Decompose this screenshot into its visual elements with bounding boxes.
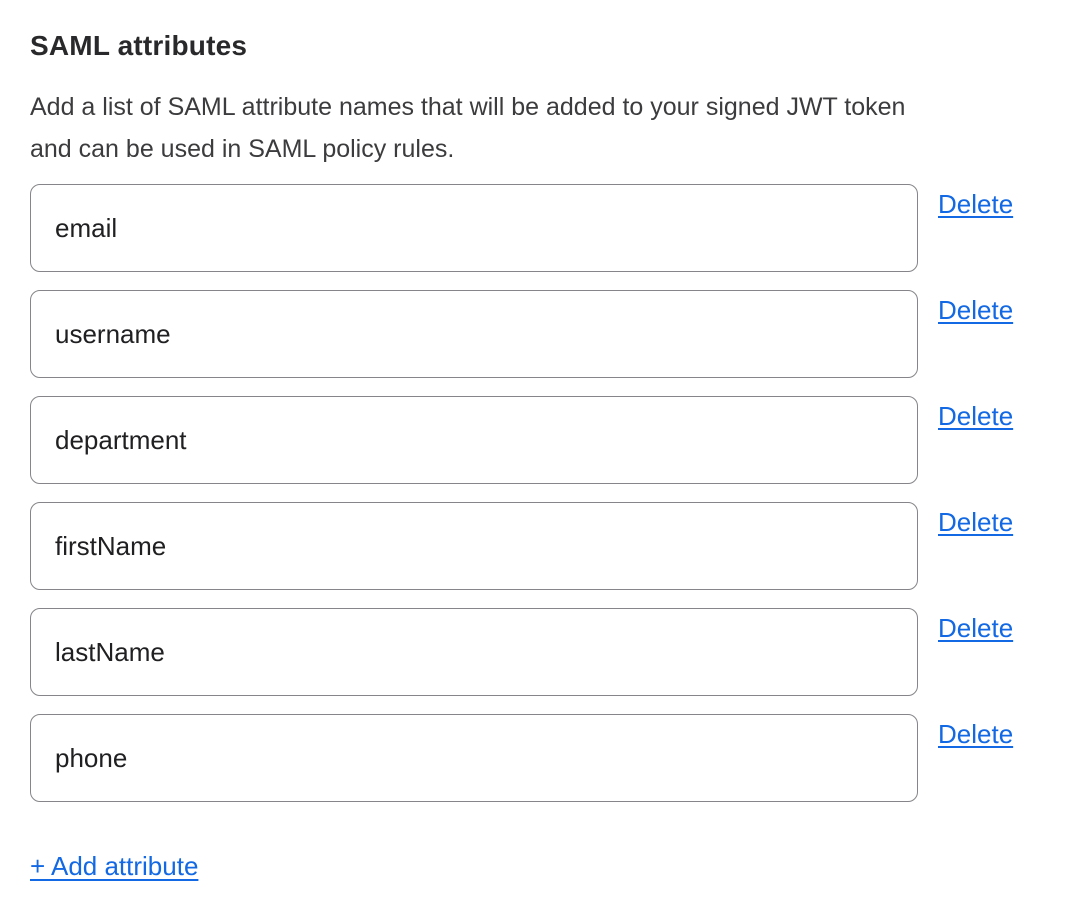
page-title: SAML attributes [30, 28, 1026, 64]
delete-attribute-link[interactable]: Delete [938, 507, 1013, 538]
saml-attribute-input-email[interactable] [30, 184, 918, 272]
delete-attribute-link[interactable]: Delete [938, 401, 1013, 432]
description-line: Add a list of SAML attribute names that … [30, 86, 1026, 128]
attribute-list: Delete Delete Delete Delete Delete Delet… [30, 184, 1026, 802]
delete-attribute-link[interactable]: Delete [938, 295, 1013, 326]
saml-attribute-row: Delete [30, 290, 1026, 378]
saml-attribute-input-firstname[interactable] [30, 502, 918, 590]
saml-attribute-row: Delete [30, 714, 1026, 802]
saml-attribute-input-username[interactable] [30, 290, 918, 378]
delete-attribute-link[interactable]: Delete [938, 613, 1013, 644]
delete-attribute-link[interactable]: Delete [938, 719, 1013, 750]
saml-attributes-section: SAML attributes Add a list of SAML attri… [0, 0, 1066, 903]
saml-attribute-row: Delete [30, 502, 1026, 590]
saml-attribute-input-phone[interactable] [30, 714, 918, 802]
description-line: and can be used in SAML policy rules. [30, 128, 1026, 170]
add-attribute-link[interactable]: + Add attribute [30, 851, 198, 881]
saml-attribute-input-lastname[interactable] [30, 608, 918, 696]
delete-attribute-link[interactable]: Delete [938, 189, 1013, 220]
saml-attribute-row: Delete [30, 608, 1026, 696]
section-description: Add a list of SAML attribute names that … [30, 86, 1026, 170]
saml-attribute-row: Delete [30, 184, 1026, 272]
saml-attribute-row: Delete [30, 396, 1026, 484]
saml-attribute-input-department[interactable] [30, 396, 918, 484]
